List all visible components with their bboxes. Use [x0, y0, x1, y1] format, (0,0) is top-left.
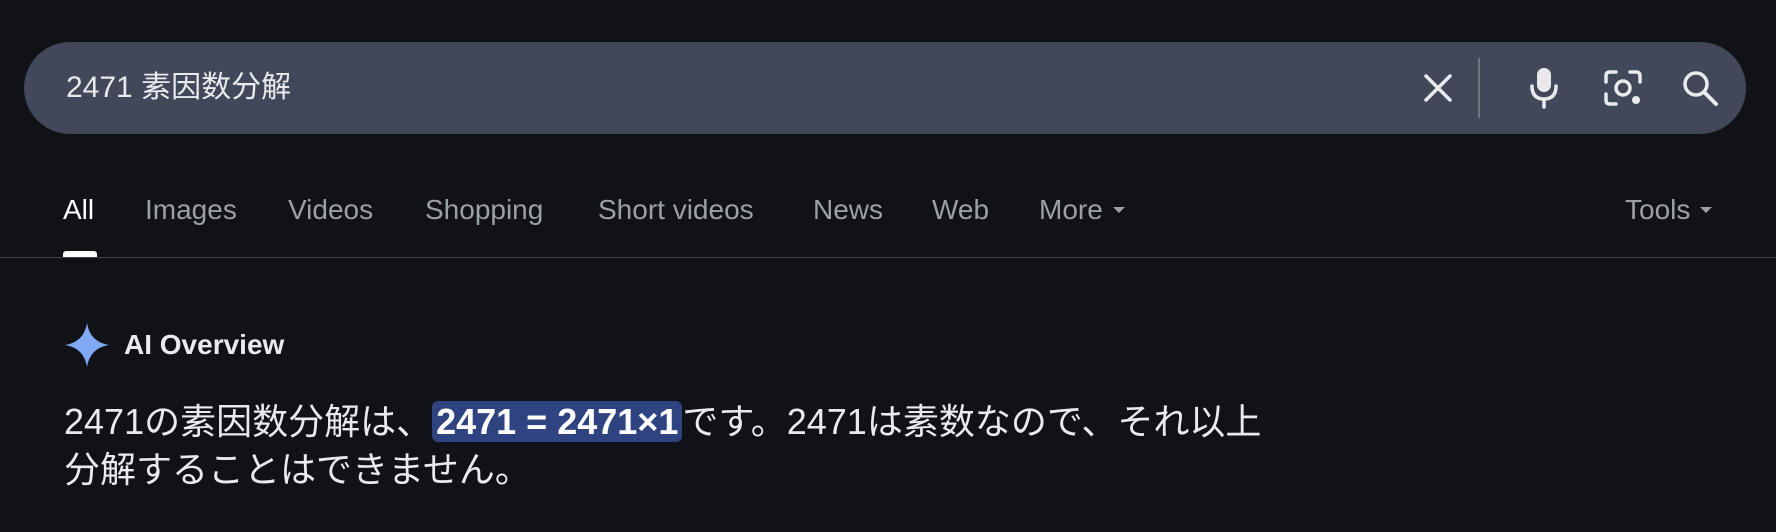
answer-prefix: 2471の素因数分解は、: [64, 401, 433, 442]
tab-web[interactable]: Web: [932, 194, 989, 226]
search-input[interactable]: 2471 素因数分解: [66, 42, 291, 134]
tab-videos[interactable]: Videos: [288, 194, 373, 226]
answer-line1-suffix: です。2471は素数なので、それ以上: [682, 401, 1262, 442]
mic-icon: [1530, 68, 1558, 109]
tab-short-videos[interactable]: Short videos: [598, 194, 754, 226]
voice-search-button[interactable]: [1514, 42, 1574, 134]
tools-button[interactable]: Tools: [1625, 194, 1713, 226]
ai-overview-title: AI Overview: [124, 329, 285, 360]
tools-label: Tools: [1625, 194, 1691, 225]
caret-down-icon: [1112, 207, 1125, 213]
caret-down-icon: [1700, 207, 1713, 213]
search-submit-button[interactable]: [1670, 42, 1730, 134]
search-tabs: All Images Videos Shopping Short videos …: [0, 180, 1776, 258]
close-icon: [1424, 74, 1452, 102]
tab-all[interactable]: All: [63, 194, 94, 226]
tab-shopping[interactable]: Shopping: [425, 194, 543, 226]
tab-more[interactable]: More: [1039, 194, 1125, 226]
tab-more-label: More: [1039, 194, 1103, 225]
search-bar-divider: [1478, 58, 1480, 118]
search-bar[interactable]: 2471 素因数分解: [24, 42, 1746, 134]
answer-highlight[interactable]: 2471 = 2471×1: [432, 401, 683, 442]
tab-images[interactable]: Images: [145, 194, 237, 226]
ai-overview-answer: 2471の素因数分解は、 2471 = 2471×1 です。2471は素数なので、そ…: [64, 398, 1384, 494]
tab-news[interactable]: News: [813, 194, 883, 226]
ai-overview-header: AI Overview: [64, 322, 284, 368]
search-results-page: 2471 素因数分解 All Images Videos Shopping Sh…: [0, 0, 1776, 532]
camera-lens-icon: [1604, 70, 1642, 106]
clear-search-button[interactable]: [1408, 42, 1468, 134]
answer-line2: 分解することはできません。: [64, 449, 531, 490]
search-icon: [1683, 71, 1718, 106]
active-tab-indicator: [63, 251, 97, 257]
sparkle-icon: [65, 323, 109, 367]
image-search-button[interactable]: [1592, 42, 1654, 134]
